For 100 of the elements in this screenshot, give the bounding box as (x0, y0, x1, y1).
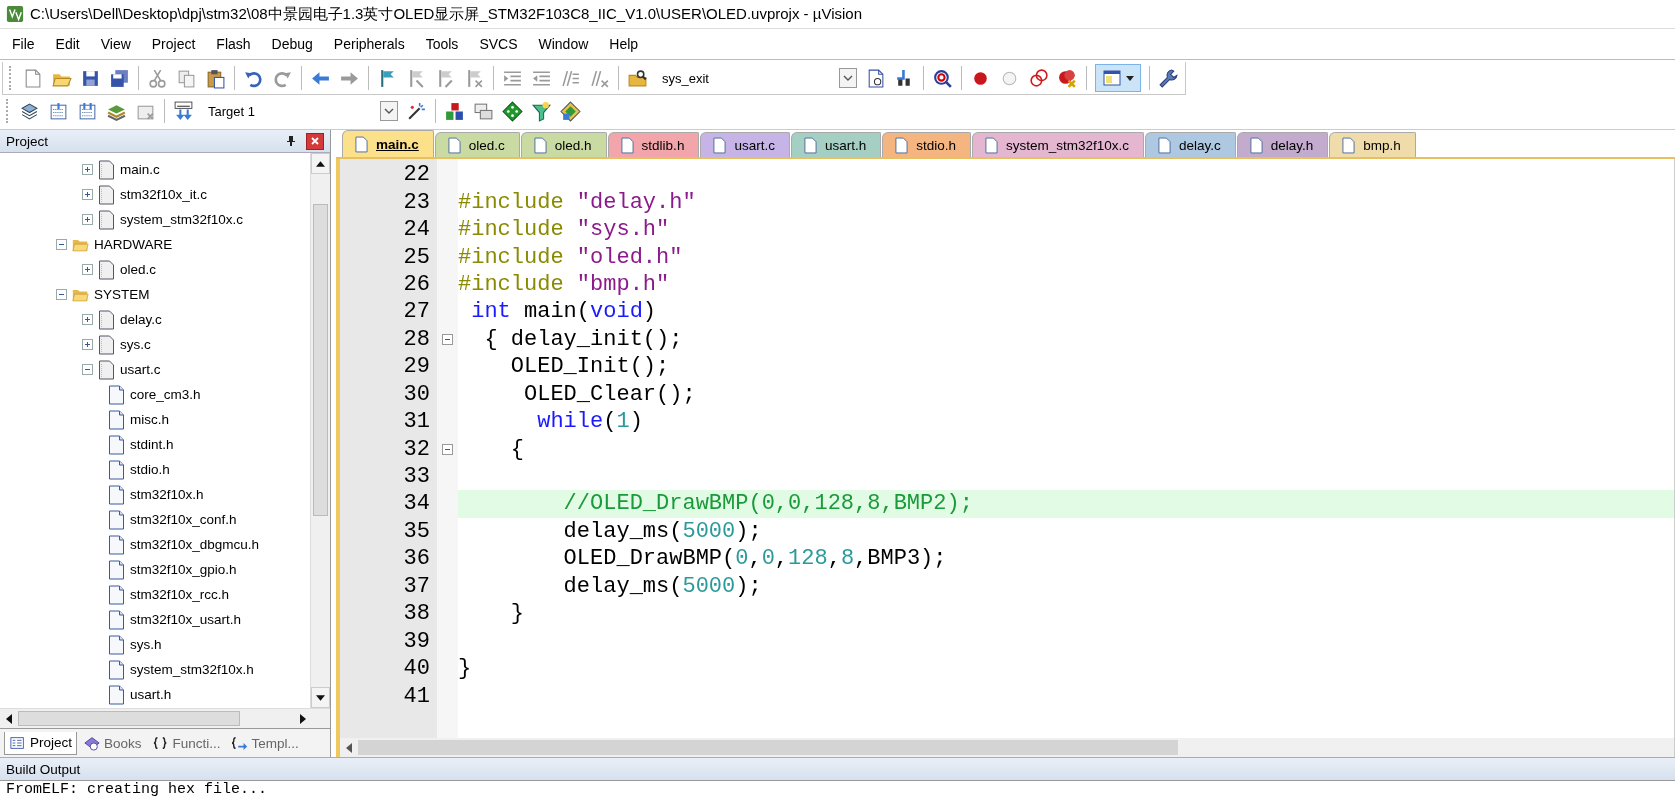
menu-item[interactable]: Window (538, 36, 589, 52)
code-line: delay_ms(5000); (562, 572, 763, 600)
file-tab[interactable]: system_stm32f10x.c (971, 132, 1144, 157)
scissors-icon[interactable] (147, 67, 168, 89)
line-number: 24 (402, 217, 431, 243)
blocks-icon[interactable] (444, 100, 465, 122)
templates-icon (230, 735, 249, 751)
tree-item[interactable]: oled.c (120, 262, 157, 277)
tree-item[interactable]: misc.h (130, 412, 169, 427)
file-tab[interactable]: bmp.h (1329, 132, 1416, 157)
menu-item[interactable]: Debug (271, 36, 313, 52)
debug-magnifier-icon[interactable] (932, 67, 953, 89)
breakpoints-icon[interactable] (1028, 67, 1049, 89)
file-tab[interactable]: stdio.h (882, 132, 971, 157)
translate-icon[interactable] (19, 100, 40, 122)
fold-toggle[interactable] (442, 333, 453, 345)
diamond-icon[interactable] (502, 100, 523, 122)
expand-icon[interactable] (82, 189, 93, 200)
download-icon[interactable] (173, 100, 194, 122)
tree-item[interactable]: system_stm32f10x.h (130, 662, 254, 677)
fold-toggle[interactable] (442, 443, 453, 455)
scroll-up-icon[interactable] (316, 160, 325, 167)
expand-icon[interactable] (82, 314, 93, 325)
tree-item[interactable]: system_stm32f10x.c (120, 212, 244, 227)
expand-icon[interactable] (82, 164, 93, 175)
caret-icon[interactable] (384, 108, 394, 114)
window-layout-button[interactable] (1095, 64, 1141, 92)
menu-item[interactable]: Flash (216, 36, 251, 52)
panel-tab[interactable]: Functi... (147, 732, 225, 754)
tree-item[interactable]: stm32f10x_usart.h (130, 612, 242, 627)
tree-item[interactable]: stdint.h (130, 437, 174, 452)
paste-icon[interactable] (205, 67, 226, 89)
scroll-left-icon[interactable] (346, 742, 352, 753)
scroll-left-icon[interactable] (6, 713, 12, 724)
code-line: OLED_Init(); (509, 353, 671, 381)
tree-item[interactable]: usart.c (120, 362, 161, 377)
menu-item[interactable]: Tools (425, 36, 459, 52)
expand-icon[interactable] (82, 339, 93, 350)
file-tab[interactable]: stdlib.h (607, 132, 700, 157)
menu-item[interactable]: Project (151, 36, 196, 52)
menu-item[interactable]: View (100, 36, 131, 52)
target-dropdown[interactable]: Target 1 (202, 100, 398, 122)
file-tab[interactable]: main.c (342, 130, 434, 157)
tree-item[interactable]: stm32f10x_it.c (120, 187, 208, 202)
tree-item[interactable]: stm32f10x_conf.h (130, 512, 237, 527)
save-all-icon[interactable] (109, 67, 130, 89)
magic-wand-icon[interactable] (406, 100, 427, 122)
code-line: #include "sys.h" (458, 216, 671, 244)
scrollbar[interactable] (340, 738, 1674, 757)
code-line: { (509, 435, 525, 463)
scroll-right-icon[interactable] (300, 713, 306, 724)
tree-item[interactable]: stm32f10x_dbgmcu.h (130, 537, 260, 552)
window-title: C:\Users\Dell\Desktop\dpj\stm32\08中景园电子1.3英寸OLED显示屏_STM32F103C8_IIC_V1.0\USER\OLED.uvprojx - µVision (30, 4, 862, 24)
caret-icon[interactable] (843, 75, 853, 81)
wrench-icon[interactable] (1158, 67, 1179, 89)
file-tab[interactable]: oled.h (520, 132, 607, 157)
file-tab[interactable]: usart.h (790, 132, 882, 157)
diamonds-icon[interactable] (560, 100, 581, 122)
tree-item[interactable]: main.c (120, 162, 160, 177)
tree-item[interactable]: stm32f10x_gpio.h (130, 562, 237, 577)
tree-item[interactable]: stdio.h (130, 462, 170, 477)
panel-tab[interactable]: Books (79, 732, 146, 754)
panel-tab[interactable]: Templ... (226, 732, 303, 754)
expand-icon[interactable] (82, 264, 93, 275)
close-button[interactable] (306, 132, 324, 150)
menu-item[interactable]: Help (609, 36, 639, 52)
expand-icon[interactable] (82, 214, 93, 225)
tree-item[interactable]: HARDWARE (94, 237, 173, 252)
menu-item[interactable]: SVCS (479, 36, 518, 52)
menu-item[interactable]: File (12, 36, 35, 52)
scrollbar[interactable] (310, 153, 330, 708)
clear-breakpoints-icon[interactable] (1057, 67, 1078, 89)
collapse-icon[interactable] (56, 239, 67, 250)
scroll-down-icon[interactable] (316, 694, 325, 701)
tree-item[interactable]: stm32f10x_rcc.h (130, 587, 230, 602)
file-tab[interactable]: delay.h (1236, 132, 1329, 157)
find-folder-icon[interactable] (627, 67, 648, 89)
funnel-icon[interactable] (531, 100, 552, 122)
build-icon[interactable] (48, 100, 69, 122)
tree-item[interactable]: delay.c (120, 312, 162, 327)
tree-item[interactable]: usart.h (130, 687, 172, 702)
scrollbar[interactable] (0, 708, 330, 728)
file-icon (108, 609, 125, 630)
pin-icon[interactable] (286, 135, 296, 147)
tree-item[interactable]: stm32f10x.h (130, 487, 204, 502)
collapse-icon[interactable] (82, 364, 93, 375)
code-line: delay_ms(5000); (562, 517, 763, 546)
file-tab[interactable]: usart.c (700, 132, 790, 157)
file-tab[interactable]: delay.c (1145, 132, 1236, 157)
collapse-icon[interactable] (56, 289, 67, 300)
rebuild-icon[interactable] (77, 100, 98, 122)
tree-item[interactable]: sys.h (130, 637, 162, 652)
function-dropdown[interactable]: sys_exit (656, 67, 857, 89)
menu-item[interactable]: Edit (55, 36, 80, 52)
tree-item[interactable]: sys.c (120, 337, 151, 352)
tree-item[interactable]: core_cm3.h (130, 387, 201, 402)
file-tab[interactable]: oled.c (434, 132, 520, 157)
panel-tab[interactable]: Project (4, 731, 78, 755)
menu-item[interactable]: Peripherals (333, 36, 405, 52)
tree-item[interactable]: SYSTEM (94, 287, 150, 302)
